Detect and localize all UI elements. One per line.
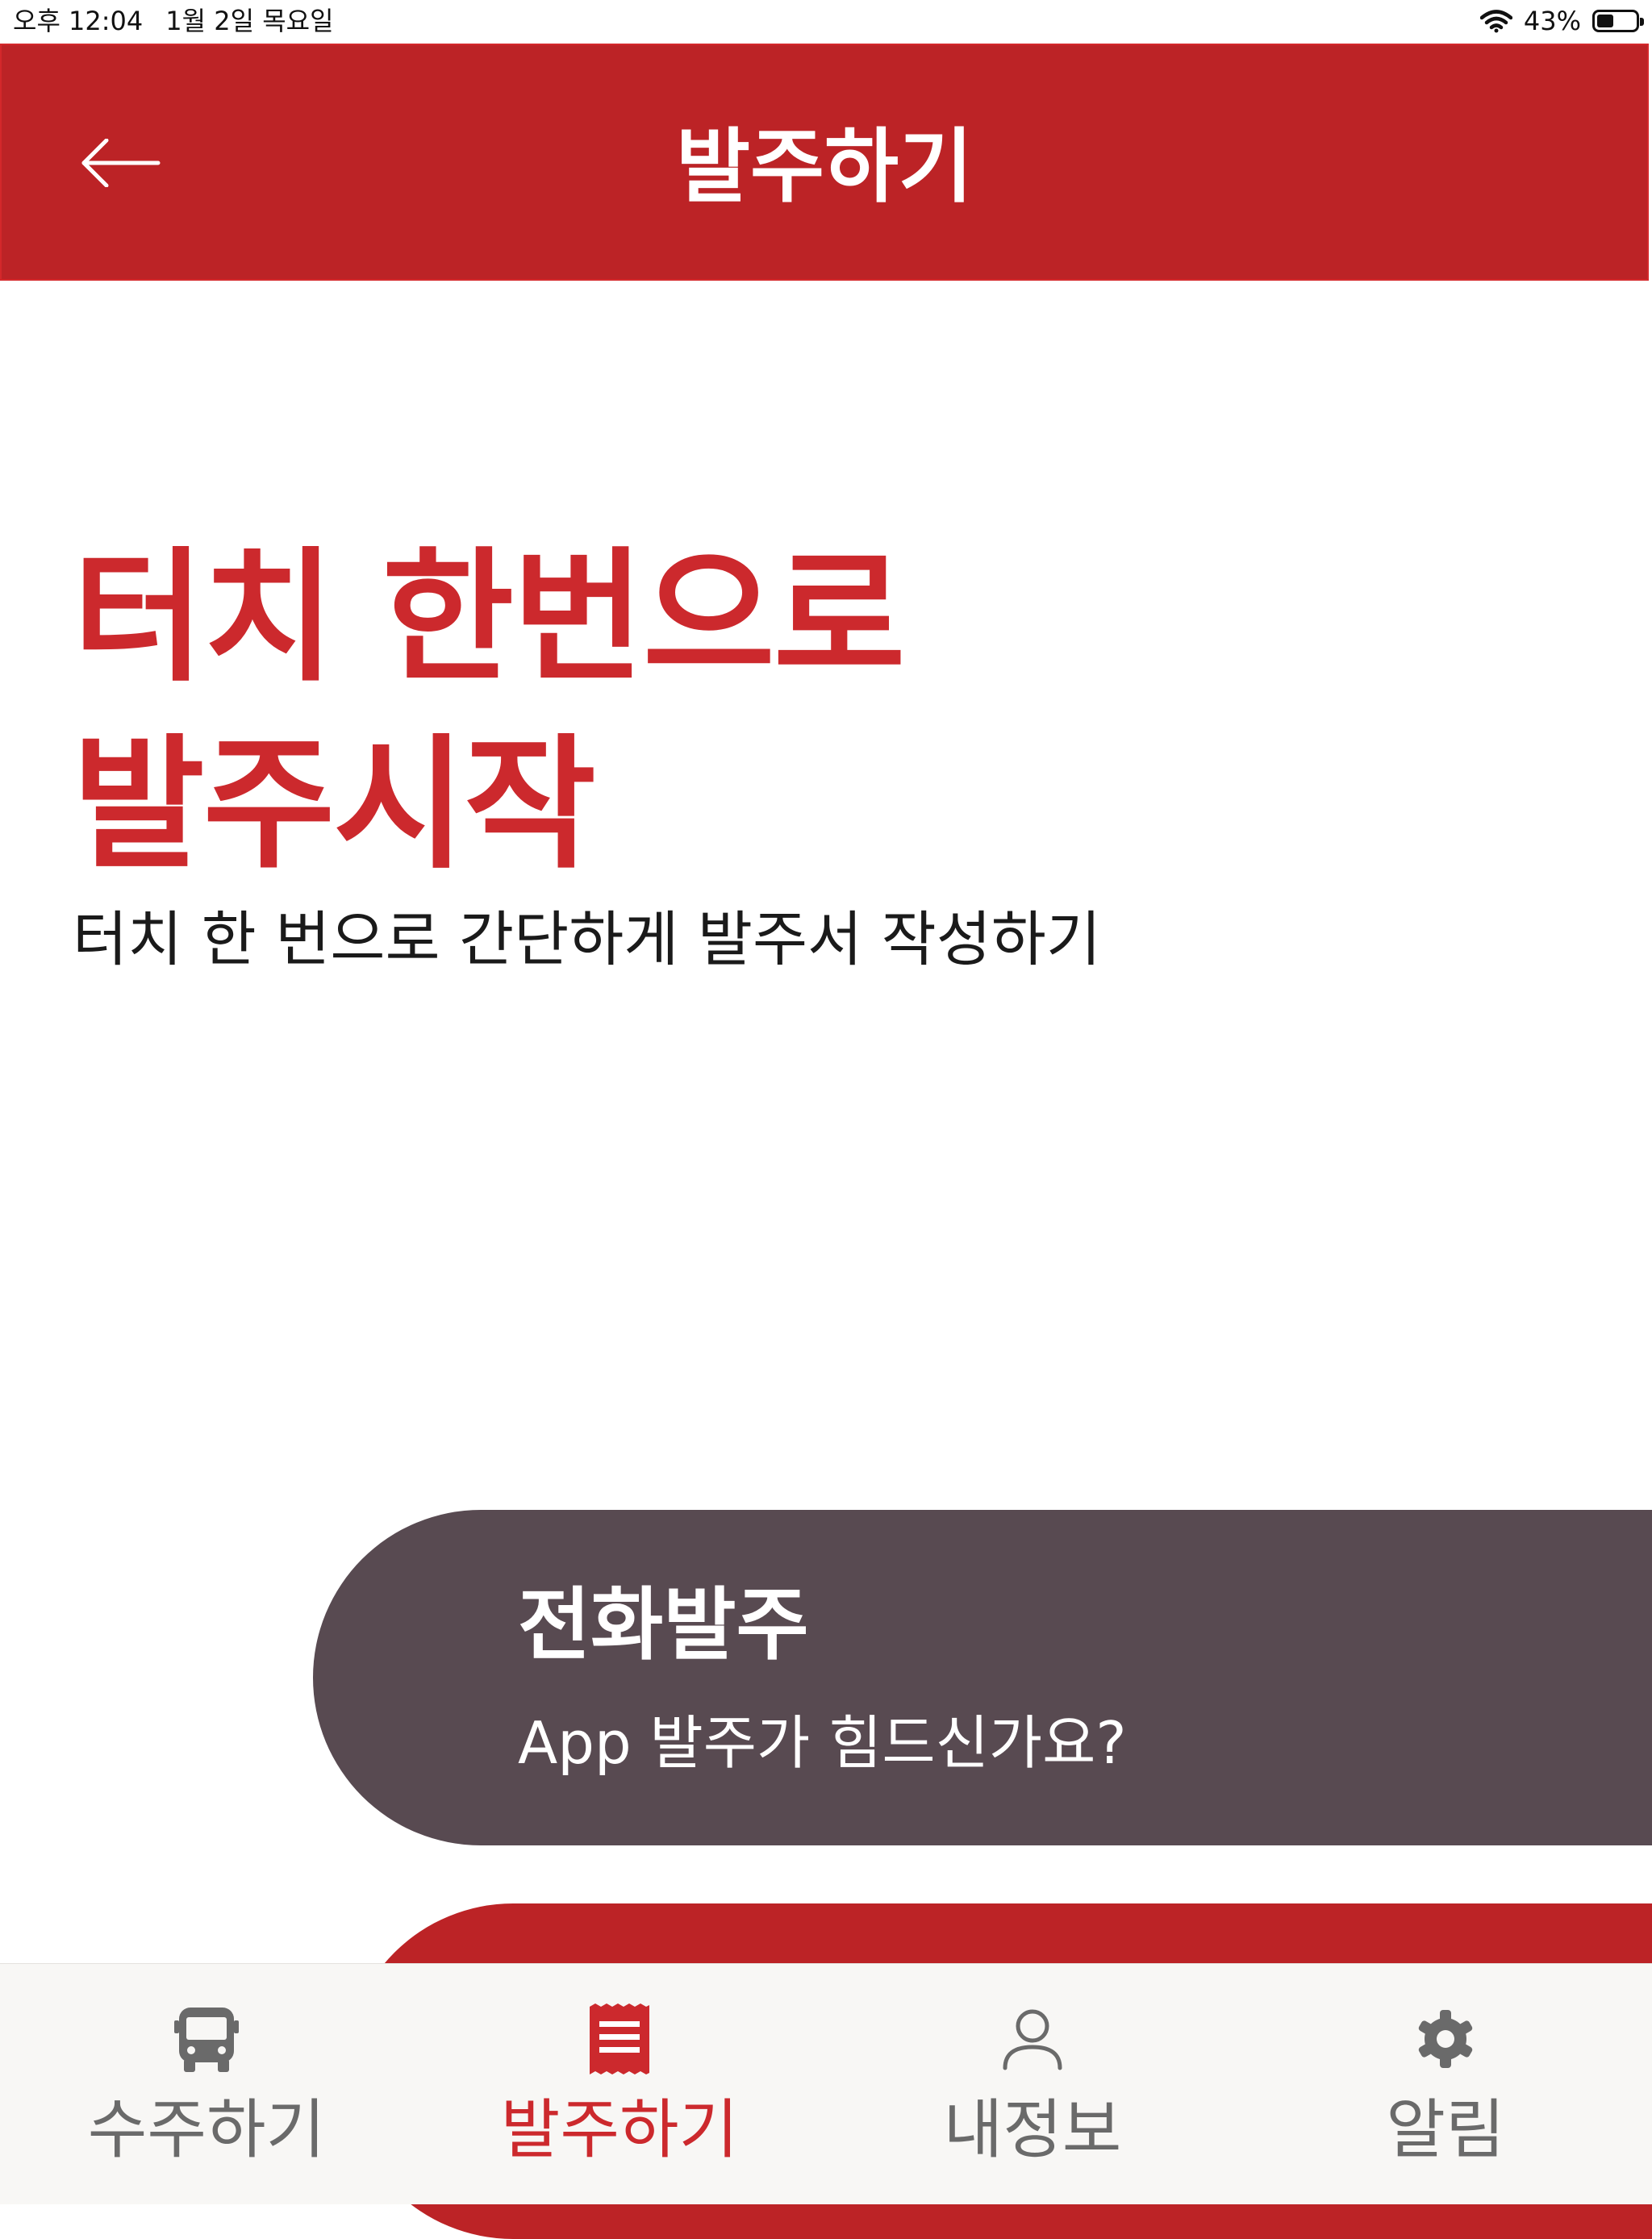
tab-label: 발주하기 [500, 2092, 739, 2167]
tab-my-info[interactable]: 내정보 [826, 1964, 1239, 2204]
battery-icon [1592, 10, 1644, 32]
battery-level [1597, 15, 1613, 27]
app-header: 발주하기 [0, 44, 1649, 281]
tab-place-order[interactable]: 발주하기 [413, 1964, 826, 2204]
page-title: 발주하기 [676, 119, 973, 214]
tab-orders-received[interactable]: 수주하기 [0, 1964, 413, 2204]
battery-percent: 43% [1523, 6, 1581, 36]
wifi-icon [1479, 10, 1512, 33]
tab-label: 알림 [1386, 2092, 1505, 2167]
tab-label: 내정보 [943, 2092, 1122, 2167]
bus-icon [170, 2003, 243, 2075]
status-indicators: 43% [1479, 5, 1644, 37]
hero-title-line-1: 터치 한번으로 [73, 534, 906, 701]
phone-order-card[interactable]: 전화발주 App 발주가 힘드신가요? [313, 1510, 1652, 1845]
hero-subtitle: 터치 한 번으로 간단하게 발주서 작성하기 [73, 905, 1101, 974]
status-date: 1월 2일 목요일 [165, 6, 334, 36]
bottom-tab-bar: 수주하기 발주하기 내정보 알림 [0, 1963, 1652, 2204]
status-bar: 오후 12:04 1월 2일 목요일 43% [0, 0, 1652, 42]
hero-title: 터치 한번으로 발주시작 [73, 524, 906, 899]
tab-label: 수주하기 [87, 2092, 326, 2167]
phone-order-subtitle: App 발주가 힘드신가요? [518, 1709, 1127, 1777]
gear-icon [1409, 2003, 1482, 2075]
person-icon [996, 2003, 1069, 2075]
status-time: 오후 12:04 [13, 6, 144, 36]
receipt-icon [583, 2003, 656, 2075]
tab-notifications[interactable]: 알림 [1239, 1964, 1652, 2204]
phone-order-title: 전화발주 [518, 1579, 809, 1671]
status-time-date: 오후 12:04 1월 2일 목요일 [13, 5, 334, 37]
hero-title-line-2: 발주시작 [73, 721, 596, 888]
